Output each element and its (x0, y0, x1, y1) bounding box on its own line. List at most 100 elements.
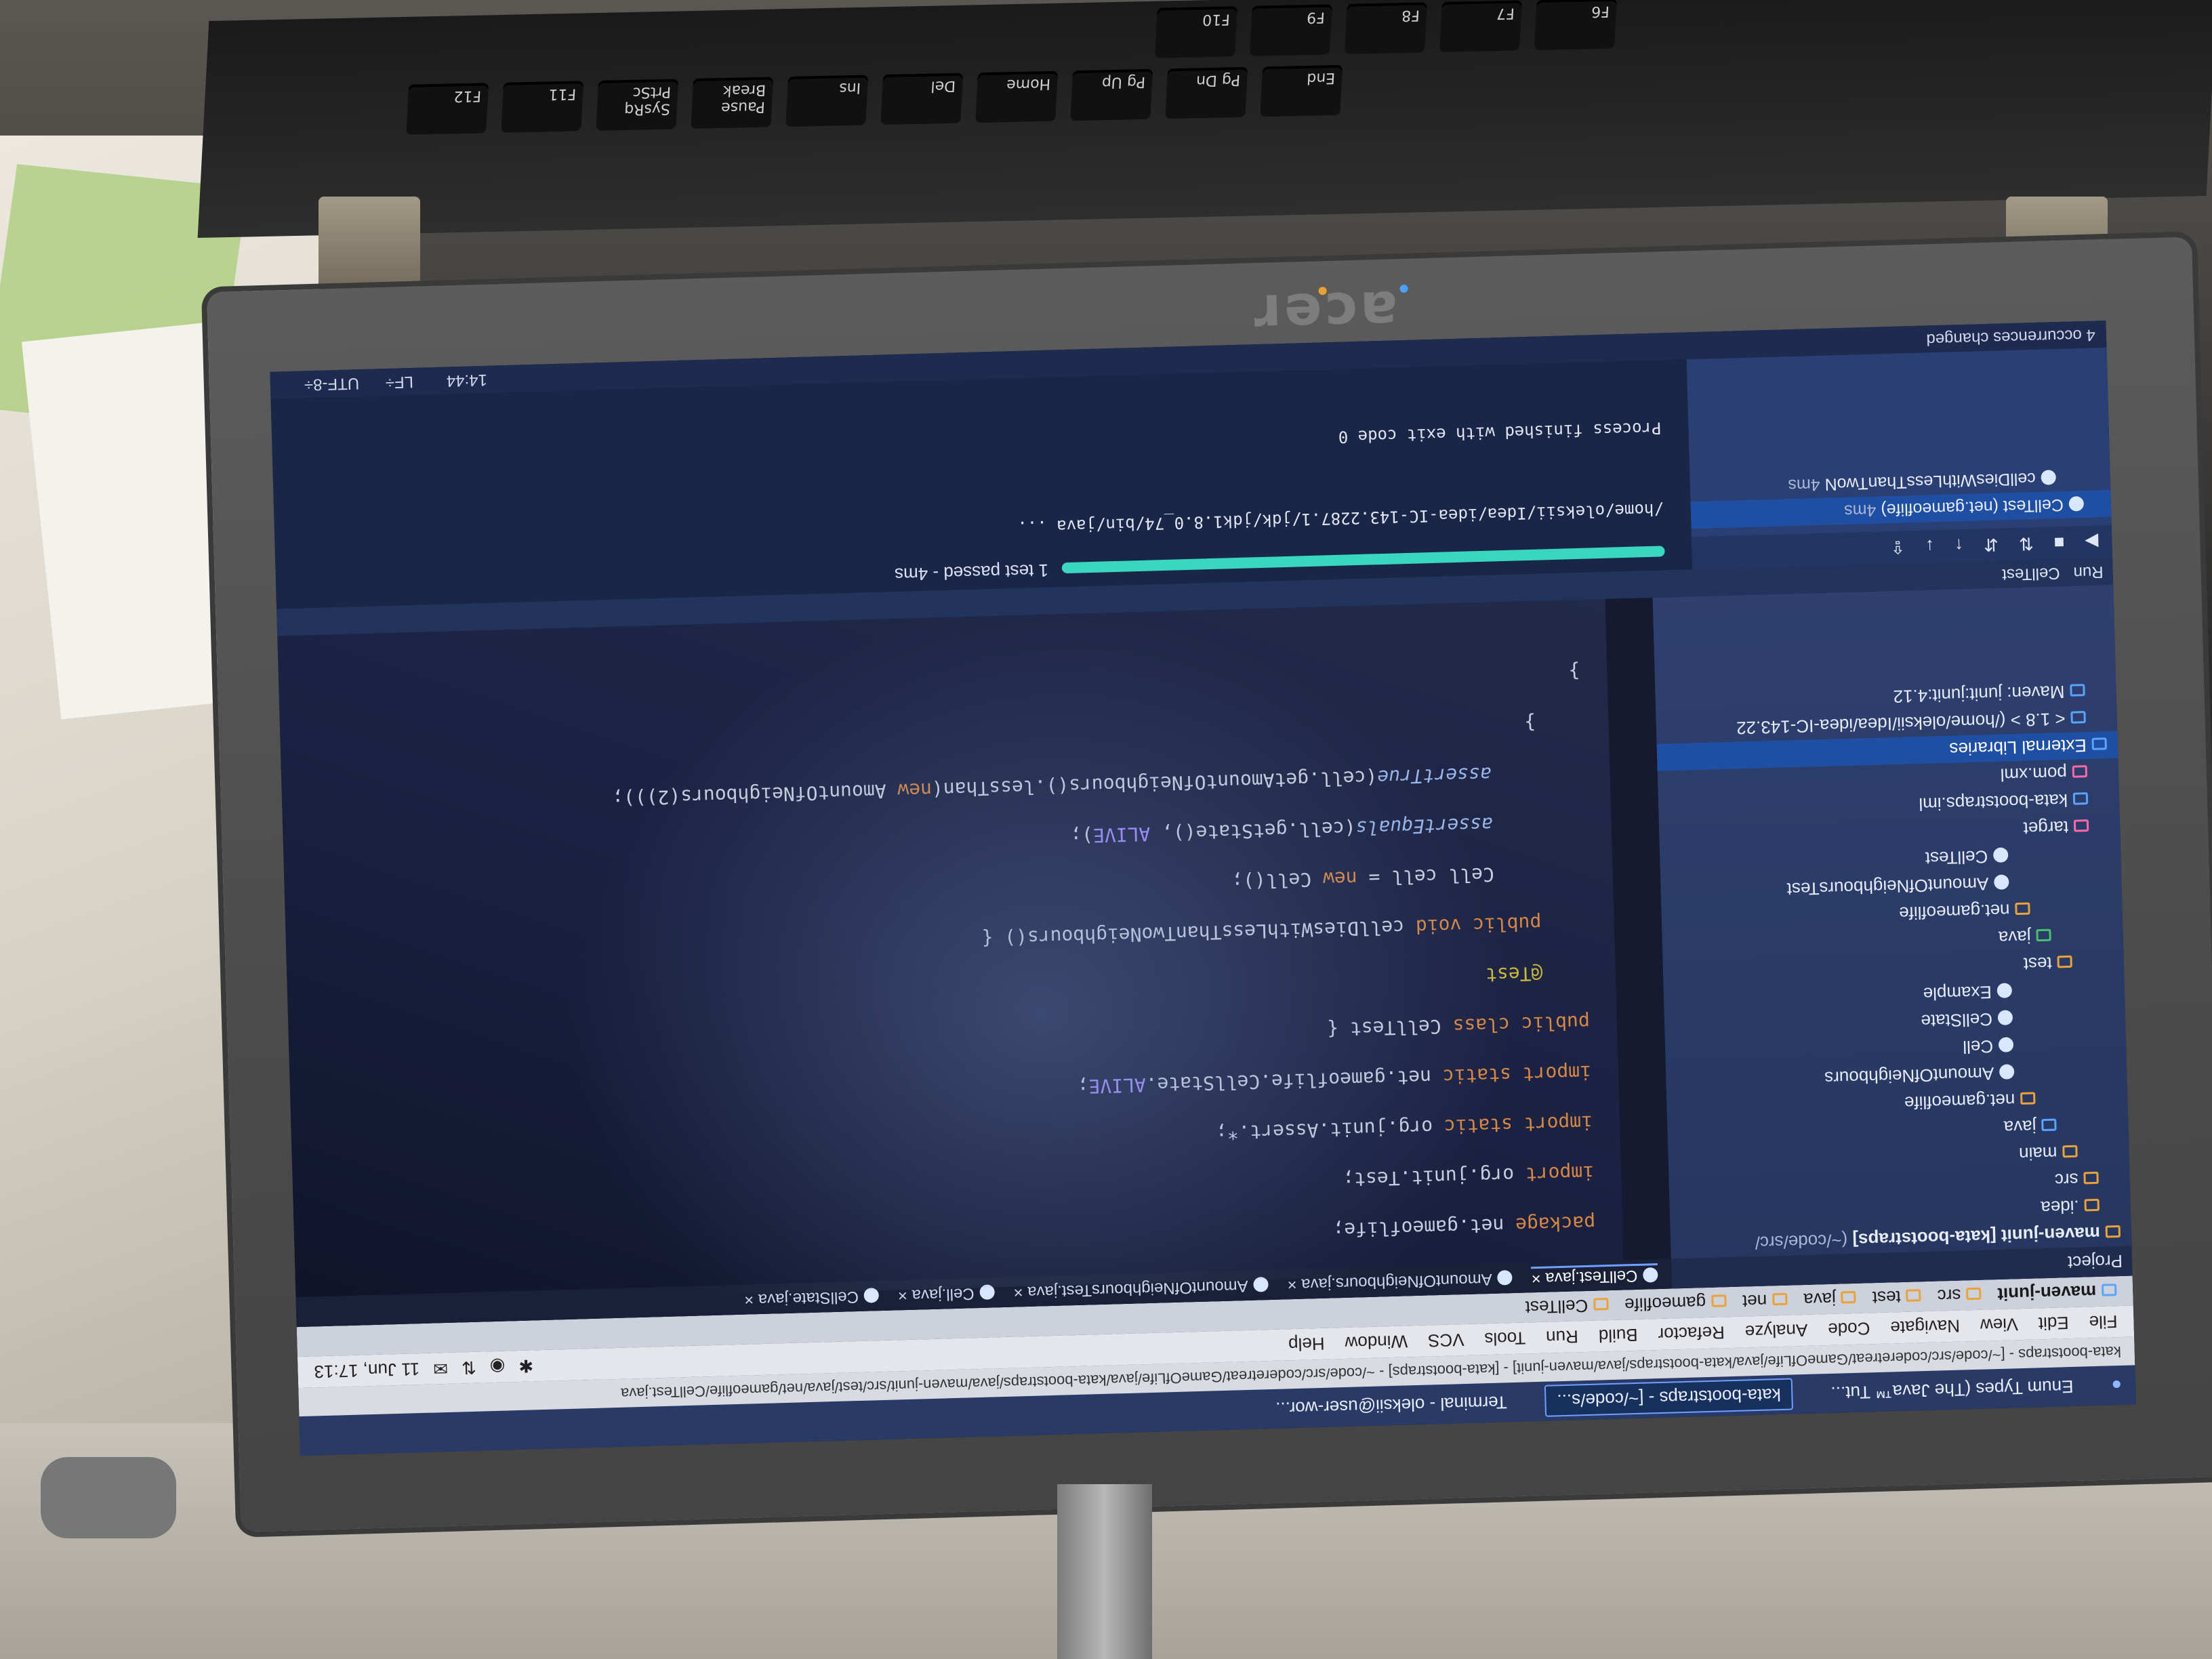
breadcrumb-item[interactable]: java (1803, 1288, 1857, 1311)
library-icon (2070, 683, 2085, 697)
code-editor[interactable]: CellTest.java × AmountOfNeighbours.java ×… (277, 597, 1672, 1328)
folder-icon (2083, 1171, 2099, 1185)
stop-icon[interactable]: ■ (2053, 532, 2065, 553)
menu-item[interactable]: Help (1288, 1333, 1325, 1355)
folder-icon (2057, 955, 2072, 968)
line-separator[interactable]: LF÷ (385, 368, 413, 396)
up-icon[interactable]: ↑ (1954, 535, 1964, 556)
clock[interactable]: 11 Jun, 17:13 (314, 1359, 419, 1382)
breadcrumb-item[interactable]: gameoflife (1624, 1292, 1727, 1315)
status-message: 4 occurrences changed (1926, 325, 2096, 349)
keyboard-key: F6 (1534, 0, 1617, 50)
test-tree-panel: ▶ ■ ⇅ ⇵ ↑ ↓ ⇪ CellTest (net.gameoflife) … (1685, 321, 2113, 570)
task-browser[interactable]: Enum Types (The Java™ Tut... (1820, 1372, 2085, 1408)
code-static-call: assertEquals (1355, 813, 1494, 840)
menu-item[interactable]: File (2089, 1311, 2118, 1333)
tree-item-label: Maven: junit:junit:4.12 (1893, 681, 2065, 708)
network-icon[interactable]: ⇅ (462, 1357, 477, 1378)
editor-tab[interactable]: AmountOfNeighboursTest.java × (1013, 1275, 1269, 1302)
folder-icon (2041, 1118, 2057, 1132)
menu-item[interactable]: Code (1828, 1318, 1870, 1340)
class-icon (1998, 1037, 2014, 1052)
close-icon[interactable]: × (1531, 1269, 1545, 1288)
keyboard-key: Del (880, 73, 964, 125)
keyboard-key: F7 (1439, 0, 1522, 52)
bluetooth-icon[interactable]: ✱ (518, 1355, 534, 1377)
keyboard-key: F11 (501, 81, 584, 133)
editor-tab-label: CellTest.java (1544, 1267, 1638, 1288)
menu-item[interactable]: VCS (1428, 1330, 1465, 1351)
editor-tab[interactable]: CellState.java × (744, 1286, 880, 1309)
menu-item[interactable]: Analyze (1744, 1319, 1807, 1343)
editor-tab-label: AmountOfNeighboursTest.java (1027, 1276, 1249, 1302)
code-annotation: @Test (1485, 962, 1543, 986)
console-output[interactable]: /home/oleksii/Idea/idea-IC-143.2287.1/jd… (1015, 407, 1664, 548)
tree-item-label: pom.xml (2000, 762, 2068, 785)
breadcrumb-item[interactable]: net (1742, 1290, 1788, 1312)
menu-item[interactable]: View (1980, 1314, 2019, 1336)
test-progress-bar (1061, 546, 1665, 574)
breadcrumb-item[interactable]: test (1872, 1286, 1921, 1309)
class-icon (1994, 874, 2009, 890)
project-tree: maven-junit [kata-bootstraps] (~/code/sr… (1655, 677, 2131, 1259)
menu-item[interactable]: Navigate (1890, 1315, 1960, 1338)
tree-item-label: Cell (1962, 1036, 1994, 1058)
menu-item[interactable]: Window (1345, 1331, 1408, 1354)
code-constant: ALIVE (1092, 822, 1151, 847)
rerun-icon[interactable]: ▶ (2085, 531, 2099, 553)
editor-tab[interactable]: Cell.java × (898, 1283, 995, 1305)
tests-passed-label: 1 test passed - 4ms (895, 560, 1049, 585)
code-keyword: import (1522, 1061, 1592, 1086)
folder-icon (2084, 1198, 2100, 1212)
breadcrumb-label: java (1803, 1289, 1837, 1311)
close-icon[interactable]: × (1013, 1283, 1027, 1301)
keyboard-key: F12 (406, 83, 489, 135)
caret-position[interactable]: 14:44 (446, 366, 487, 394)
breadcrumb-item[interactable]: maven-junit (1997, 1281, 2117, 1305)
class-icon (1992, 847, 2009, 863)
tree-item-label: External Libraries (1949, 735, 2087, 760)
folder-icon (2073, 819, 2089, 832)
start-icon[interactable]: ● (2111, 1374, 2123, 1395)
menu-item[interactable]: Run (1546, 1326, 1579, 1348)
task-ide[interactable]: kata-bootstraps - [~/code/s... (1544, 1378, 1794, 1418)
close-icon[interactable]: × (744, 1290, 758, 1309)
menu-item[interactable]: Refactor (1658, 1322, 1725, 1345)
breadcrumb-label: test (1872, 1287, 1902, 1309)
close-icon[interactable]: × (1287, 1275, 1301, 1294)
folder-icon (2036, 928, 2051, 942)
down-icon[interactable]: ↓ (1925, 536, 1935, 557)
class-icon (1253, 1277, 1269, 1293)
run-config[interactable]: CellTest (2002, 564, 2060, 583)
editor-tab[interactable]: AmountOfNeighbours.java × (1287, 1269, 1513, 1294)
chrome-icon[interactable]: ◉ (489, 1356, 506, 1378)
task-terminal[interactable]: Terminal - oleksii@user-wor... (1265, 1387, 1518, 1423)
keyboard-key: Pause Break (691, 77, 774, 129)
passed-time: - 4ms (894, 563, 944, 586)
close-icon[interactable]: × (898, 1286, 912, 1305)
test-results: CellTest (net.gameoflife) 4ms cellDiesWit… (1689, 463, 2112, 529)
breadcrumb-label: src (1937, 1286, 1961, 1307)
file-icon (2072, 792, 2089, 805)
editor-tab[interactable]: CellTest.java × (1531, 1263, 1658, 1288)
laptop-screen: ● Enum Types (The Java™ Tut... kata-boot… (270, 321, 2136, 1456)
breadcrumb-item[interactable]: src (1937, 1284, 1982, 1307)
code-area[interactable]: package net.gameoflife; import org.junit.… (279, 644, 1671, 1297)
menu-item[interactable]: Edit (2038, 1313, 2069, 1334)
menu-item[interactable]: Tools (1484, 1328, 1526, 1350)
menu-item[interactable]: Build (1598, 1324, 1638, 1347)
keyboard-key: F8 (1344, 2, 1427, 54)
run-label: Run (2073, 562, 2104, 582)
sort-icon[interactable]: ⇅ (2018, 533, 2034, 555)
code-keyword: public (1472, 912, 1542, 937)
system-tray: ✱ ◉ ⇅ ✉ 11 Jun, 17:13 (298, 1355, 533, 1383)
breadcrumb-item[interactable]: CellTest (1525, 1295, 1609, 1319)
export-icon[interactable]: ⇪ (1890, 537, 1906, 558)
expand-icon[interactable]: ⇵ (1984, 534, 1999, 556)
file-encoding[interactable]: UTF-8÷ (304, 369, 360, 398)
code-constant: ALIVE (1088, 1073, 1147, 1098)
tree-item-label: maven-junit [kata-bootstraps] (1852, 1223, 2101, 1250)
package-icon (2020, 1092, 2036, 1105)
breadcrumb-label: CellTest (1525, 1296, 1589, 1319)
mail-icon[interactable]: ✉ (433, 1357, 449, 1379)
